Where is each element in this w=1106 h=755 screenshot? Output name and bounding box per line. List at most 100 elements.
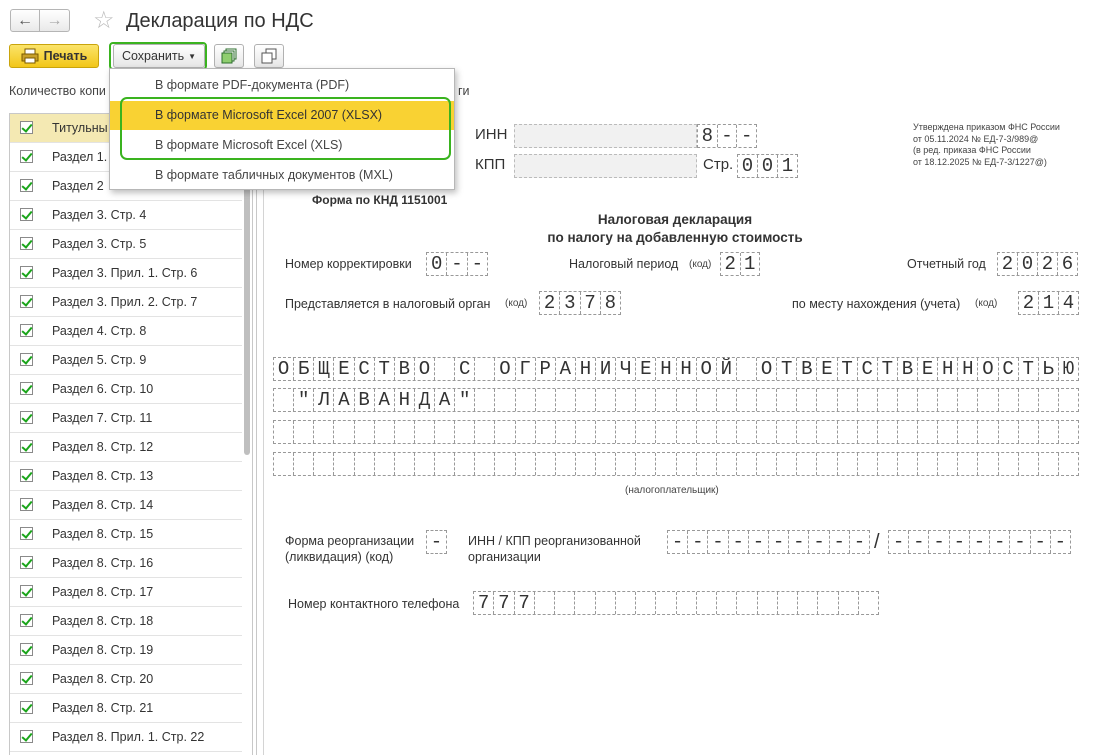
form-cell xyxy=(535,592,555,614)
form-cell xyxy=(737,389,757,411)
list-item[interactable]: Раздел 8. Прил. 1. Стр. 22 xyxy=(10,723,242,752)
form-cell: Д xyxy=(415,389,435,411)
list-item[interactable]: Раздел 8. Стр. 14 xyxy=(10,491,242,520)
list-item[interactable]: Раздел 8. Стр. 16 xyxy=(10,549,242,578)
form-cell xyxy=(838,421,858,443)
form-cell xyxy=(1019,389,1039,411)
checkbox[interactable] xyxy=(20,121,33,134)
print-button[interactable]: Печать xyxy=(9,44,99,68)
form-cell xyxy=(898,421,918,443)
checkbox[interactable] xyxy=(20,440,33,453)
list-item[interactable]: Раздел 6. Стр. 10 xyxy=(10,375,242,404)
form-cell xyxy=(938,453,959,475)
chevron-down-icon: ▼ xyxy=(188,51,197,61)
form-cell xyxy=(355,453,375,475)
list-item[interactable]: Раздел 8. Стр. 13 xyxy=(10,462,242,491)
checkbox[interactable] xyxy=(20,266,33,279)
checkbox[interactable] xyxy=(20,208,33,221)
list-item-label: Титульны xyxy=(52,121,108,135)
list-item[interactable]: Раздел 3. Прил. 2. Стр. 7 xyxy=(10,288,242,317)
menu-item-pdf[interactable]: В формате PDF-документа (PDF) xyxy=(110,71,454,100)
form-cell xyxy=(274,421,295,443)
list-item[interactable]: Раздел 4. Стр. 8 xyxy=(10,317,242,346)
favorite-star-icon[interactable]: ☆ xyxy=(93,6,115,35)
list-item[interactable]: Раздел 8. Стр. 17 xyxy=(10,578,242,607)
checkbox[interactable] xyxy=(20,324,33,337)
checkbox[interactable] xyxy=(20,411,33,424)
form-cell xyxy=(978,389,999,411)
form-cell xyxy=(838,453,858,475)
checkbox[interactable] xyxy=(20,469,33,482)
form-cell xyxy=(737,358,757,380)
form-cell xyxy=(596,592,616,614)
checkbox[interactable] xyxy=(20,614,33,627)
copy-button[interactable] xyxy=(254,44,284,68)
form-cell xyxy=(999,453,1019,475)
forward-button[interactable]: → xyxy=(40,9,70,32)
list-item-label: Раздел 8. Стр. 19 xyxy=(52,643,154,657)
form-cell xyxy=(817,453,838,475)
list-item[interactable]: Раздел 3. Прил. 1. Стр. 6 xyxy=(10,259,242,288)
checkbox[interactable] xyxy=(20,730,33,743)
form-cell: 2 xyxy=(721,253,741,275)
checkbox[interactable] xyxy=(20,498,33,511)
form-cell: А xyxy=(435,389,456,411)
checkbox[interactable] xyxy=(20,556,33,569)
form-cell xyxy=(475,358,496,380)
reorg-inn-field: ---------- xyxy=(667,530,870,554)
form-cell: Е xyxy=(334,358,355,380)
form-cell: О xyxy=(415,358,435,380)
list-item[interactable]: Раздел 8. Стр. 15 xyxy=(10,520,242,549)
form-cell xyxy=(938,389,959,411)
form-cell: - xyxy=(740,125,753,147)
menu-item-mxl[interactable]: В формате табличных документов (MXL) xyxy=(110,161,454,190)
form-cell: - xyxy=(853,531,866,553)
form-cell: А xyxy=(334,389,355,411)
checkbox[interactable] xyxy=(20,382,33,395)
form-cell xyxy=(839,592,859,614)
list-item[interactable]: Раздел 3. Стр. 5 xyxy=(10,230,242,259)
back-button[interactable]: ← xyxy=(10,9,40,32)
list-item-label: Раздел 5. Стр. 9 xyxy=(52,353,147,367)
checkbox[interactable] xyxy=(20,150,33,163)
form-cell xyxy=(455,421,476,443)
form-cell xyxy=(777,389,798,411)
kpp-label: КПП xyxy=(475,156,506,173)
list-item[interactable]: Раздел 3. Стр. 4 xyxy=(10,201,242,230)
save-button[interactable]: Сохранить ▼ xyxy=(113,44,205,68)
kpp-field-masked xyxy=(514,154,697,178)
form-cell: О xyxy=(495,358,516,380)
checkbox[interactable] xyxy=(20,295,33,308)
org-name-line-2: " Л А В А Н Д А " xyxy=(273,388,1079,412)
form-cell: Е xyxy=(636,358,657,380)
form-cell: - xyxy=(970,531,991,553)
list-item[interactable]: Раздел 8. Стр. 21 xyxy=(10,694,242,723)
list-item[interactable]: Раздел 8. Стр. 19 xyxy=(10,636,242,665)
checkbox[interactable] xyxy=(20,237,33,250)
form-cell xyxy=(495,453,516,475)
form-cell: Ч xyxy=(616,358,637,380)
checkbox[interactable] xyxy=(20,585,33,598)
copy-all-button[interactable] xyxy=(214,44,244,68)
list-item-label: Раздел 3. Прил. 1. Стр. 6 xyxy=(52,266,198,280)
list-item-label: Раздел 8. Стр. 17 xyxy=(52,585,154,599)
list-item[interactable]: Раздел 7. Стр. 11 xyxy=(10,404,242,433)
checkbox[interactable] xyxy=(20,701,33,714)
reorg-form-field: - xyxy=(426,530,447,554)
list-item[interactable]: Раздел 8. Стр. 18 xyxy=(10,607,242,636)
form-cell xyxy=(958,421,979,443)
list-item[interactable]: Раздел 5. Стр. 9 xyxy=(10,346,242,375)
list-item[interactable]: Раздел 8. Стр. 12 xyxy=(10,433,242,462)
checkbox[interactable] xyxy=(20,672,33,685)
checkbox[interactable] xyxy=(20,179,33,192)
checkbox[interactable] xyxy=(20,353,33,366)
form-cell: - xyxy=(688,531,709,553)
checkbox[interactable] xyxy=(20,643,33,656)
form-cell xyxy=(898,453,918,475)
correction-label: Номер корректировки xyxy=(285,257,412,271)
location-label: по месту нахождения (учета) xyxy=(792,297,961,311)
checkbox[interactable] xyxy=(20,527,33,540)
list-item[interactable]: Раздел 8. Стр. 20 xyxy=(10,665,242,694)
list-item-label: Раздел 2 xyxy=(52,179,104,193)
form-cell xyxy=(596,389,617,411)
